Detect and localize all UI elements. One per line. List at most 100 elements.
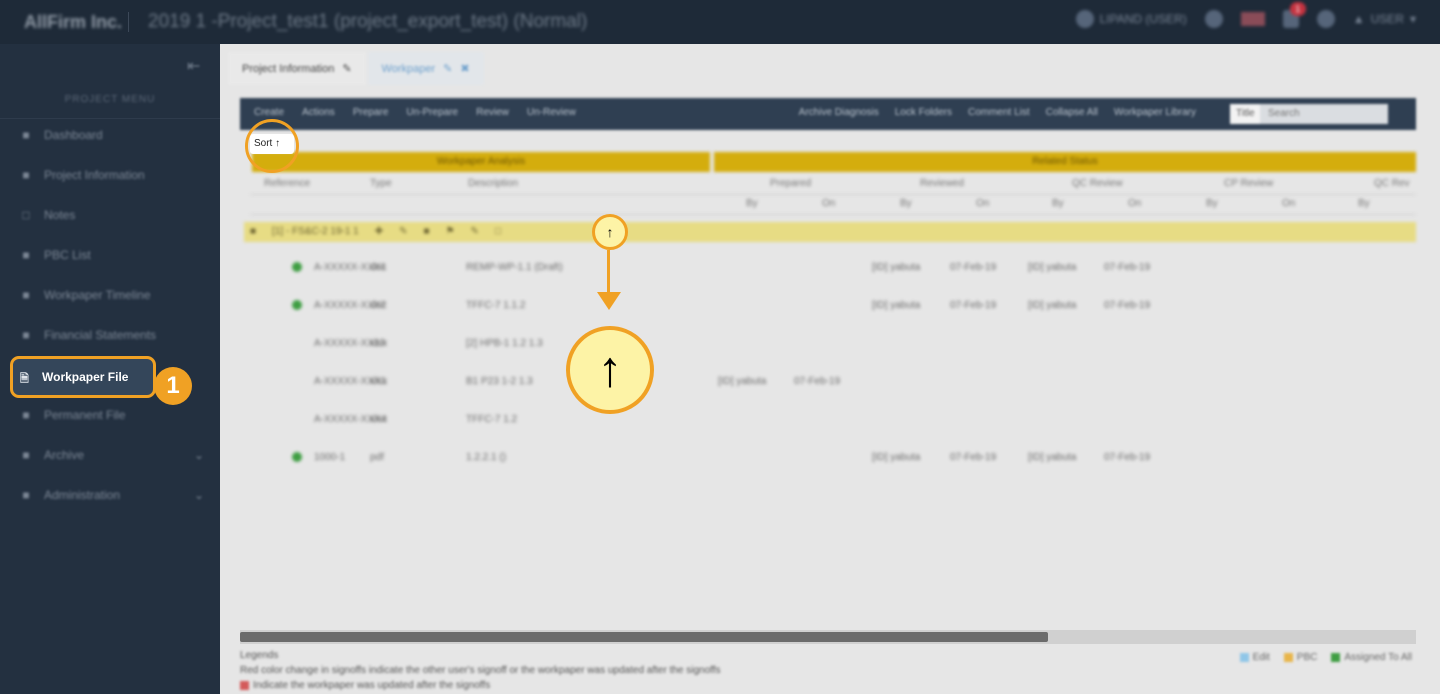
edit-swatch xyxy=(1239,652,1249,662)
table-row[interactable]: A-XXXXX-XXX1 xlsx B1 P23 1-2 1.3 [ID] ya… xyxy=(240,372,1416,402)
workpaper-library-button[interactable]: Workpaper Library xyxy=(1114,107,1196,118)
note-icon: □ xyxy=(22,208,30,222)
sidebar-item-project-information[interactable]: ■ Project Information xyxy=(20,164,210,186)
cell-qc-by: [ID] yabuta xyxy=(1028,262,1077,273)
subheader-on: On xyxy=(1128,198,1142,209)
cell-description[interactable]: TFFC-7 1.2 xyxy=(466,414,517,425)
scrollbar-thumb[interactable] xyxy=(240,632,1048,642)
subheader-by: By xyxy=(746,198,758,209)
column-header-cp-review[interactable]: CP Review xyxy=(1224,178,1273,189)
lock-folders-button[interactable]: Lock Folders xyxy=(895,107,952,118)
collapse-sidebar-icon[interactable]: ⇤ xyxy=(187,56,200,76)
folder-icon[interactable]: ■ xyxy=(250,226,256,237)
pointer-arrow-head xyxy=(597,292,621,310)
column-header-type[interactable]: Type xyxy=(370,178,392,189)
edit-icon[interactable]: ✎ xyxy=(399,226,407,237)
org-icon xyxy=(1075,10,1094,28)
column-header-prepared[interactable]: Prepared xyxy=(770,178,811,189)
table-row[interactable]: A-XXXXX-XXX2 doc TFFC-7 1.1.2 [ID] yabut… xyxy=(240,296,1416,326)
comment-list-button[interactable]: Comment List xyxy=(968,107,1030,118)
sort-arrow-button[interactable]: ↑ xyxy=(592,214,628,250)
red-swatch xyxy=(240,680,249,690)
prepare-button[interactable]: Prepare xyxy=(353,107,389,118)
cell-reviewed-by: [ID] yabuta xyxy=(872,452,921,463)
sidebar-item-financial-statements[interactable]: ■ Financial Statements xyxy=(20,324,210,346)
file-icon: 🗎 xyxy=(20,373,29,385)
column-header-qc-review[interactable]: QC Review xyxy=(1072,178,1123,189)
create-button[interactable]: Create xyxy=(254,107,284,118)
lock-icon[interactable]: ■ xyxy=(424,226,430,237)
archive-icon: ■ xyxy=(22,448,30,462)
review-button[interactable]: Review xyxy=(476,107,509,118)
flag-icon[interactable]: ⚑ xyxy=(446,226,455,237)
unprepare-button[interactable]: Un-Prepare xyxy=(406,107,458,118)
edit-icon: ✎ xyxy=(443,63,453,75)
column-header-qc-rev[interactable]: QC Rev xyxy=(1374,178,1410,189)
table-row[interactable]: A-XXXXX-XX13 xlsx [2] HPB-1 1.2 1.3 xyxy=(240,334,1416,364)
sidebar-item-administration[interactable]: ■ Administration ⌄ xyxy=(20,484,210,506)
notification-bell-icon[interactable]: 1 xyxy=(1282,2,1306,28)
unreview-button[interactable]: Un-Review xyxy=(527,107,576,118)
chevron-down-icon: ▾ xyxy=(1409,12,1416,26)
cell-qc-on: 07-Feb-19 xyxy=(1104,262,1151,273)
horizontal-scrollbar[interactable] xyxy=(240,630,1416,644)
sidebar-item-workpaper-timeline[interactable]: ■ Workpaper Timeline xyxy=(20,284,210,306)
language-flag-icon[interactable] xyxy=(1240,12,1265,26)
step-badge: 1 xyxy=(154,367,192,405)
help-icon[interactable] xyxy=(1316,10,1335,28)
cell-qc-by: [ID] yabuta xyxy=(1028,300,1077,311)
legend-line: Indicate the workpaper was updated after… xyxy=(240,680,1416,691)
cell-type: xlsx xyxy=(370,414,388,425)
header-band-workpaper-analysis: Workpaper Analysis xyxy=(252,152,710,172)
cell-reference: 1000-1 xyxy=(314,452,346,463)
archive-diagnosis-button[interactable]: Archive Diagnosis xyxy=(799,107,879,118)
cell-description[interactable]: [2] HPB-1 1.2 1.3 xyxy=(466,338,543,349)
tab-label: Workpaper xyxy=(381,62,436,75)
cell-reviewed-on: 07-Feb-19 xyxy=(950,262,997,273)
tab-project-information[interactable]: Project Information ✎ xyxy=(228,52,366,85)
cell-description[interactable]: TFFC-7 1.1.2 xyxy=(466,300,525,311)
topbar-divider xyxy=(128,12,129,32)
workpaper-toolbar: Create Actions Prepare Un-Prepare Review… xyxy=(240,98,1416,130)
actions-button[interactable]: Actions xyxy=(302,107,335,118)
settings-icon[interactable] xyxy=(1204,10,1223,28)
sidebar-item-permanent-file[interactable]: ■ Permanent File xyxy=(20,404,210,426)
sidebar-item-notes[interactable]: □ Notes xyxy=(20,204,210,226)
search-input[interactable] xyxy=(1260,104,1388,124)
comment-icon[interactable]: □ xyxy=(495,226,501,237)
sidebar-item-label: PBC List xyxy=(44,248,91,262)
cell-description[interactable]: 1.2.2.1 () xyxy=(466,452,506,463)
table-row[interactable]: A-XXXXX-XXX4 xlsx TFFC-7 1.2 xyxy=(240,410,1416,440)
table-row[interactable]: A-XXXXX-XXX1 doc REMP-WP-1.1 (Draft) [ID… xyxy=(240,258,1416,288)
brand-name[interactable]: AllFirm Inc. xyxy=(24,12,122,33)
cell-description[interactable]: B1 P23 1-2 1.3 xyxy=(466,376,533,387)
sidebar-section-label: PROJECT MENU xyxy=(64,94,156,105)
sidebar-item-dashboard[interactable]: ■ Dashboard xyxy=(20,124,210,146)
sidebar-item-archive[interactable]: ■ Archive ⌄ xyxy=(20,444,210,466)
user-menu[interactable]: ▲ USER ▾ xyxy=(1353,12,1416,26)
folder-group-title: [1] - FS&C-2 19-1 1 xyxy=(272,226,359,237)
column-header-description[interactable]: Description xyxy=(468,178,518,189)
pencil-icon[interactable]: ✎ xyxy=(471,226,479,237)
table-row[interactable]: 1000-1 pdf 1.2.2.1 () [ID] yabuta 07-Feb… xyxy=(240,448,1416,478)
tab-workpaper[interactable]: Workpaper ✎ ✖ xyxy=(367,52,484,85)
sidebar-item-label: Permanent File xyxy=(44,408,126,422)
sidebar-item-workpaper-file[interactable]: 🗎 Workpaper File xyxy=(10,356,156,398)
close-icon[interactable]: ✖ xyxy=(460,62,469,75)
chevron-down-icon: ⌄ xyxy=(193,448,204,462)
cell-type: doc xyxy=(370,262,387,273)
column-header-reference[interactable]: Reference xyxy=(264,178,310,189)
add-icon[interactable]: ✚ xyxy=(375,226,383,237)
sidebar-item-pbc-list[interactable]: ■ PBC List xyxy=(20,244,210,266)
admin-icon: ■ xyxy=(22,488,30,502)
sidebar-item-label: Dashboard xyxy=(44,128,103,142)
legend-key-edit: Edit xyxy=(1239,652,1270,663)
zoomed-arrow-up-icon: ↑ xyxy=(566,326,654,414)
column-header-reviewed[interactable]: Reviewed xyxy=(920,178,964,189)
status-dot xyxy=(292,452,302,462)
folder-group-row[interactable]: ■ [1] - FS&C-2 19-1 1 ✚ ✎ ■ ⚑ ✎ □ xyxy=(244,222,1416,242)
cell-prepared-on: 07-Feb-19 xyxy=(794,376,841,387)
cell-description[interactable]: REMP-WP-1.1 (Draft) xyxy=(466,262,563,273)
user-chip[interactable]: LIPAND (USER) xyxy=(1075,10,1187,28)
collapse-all-button[interactable]: Collapse All xyxy=(1046,107,1098,118)
